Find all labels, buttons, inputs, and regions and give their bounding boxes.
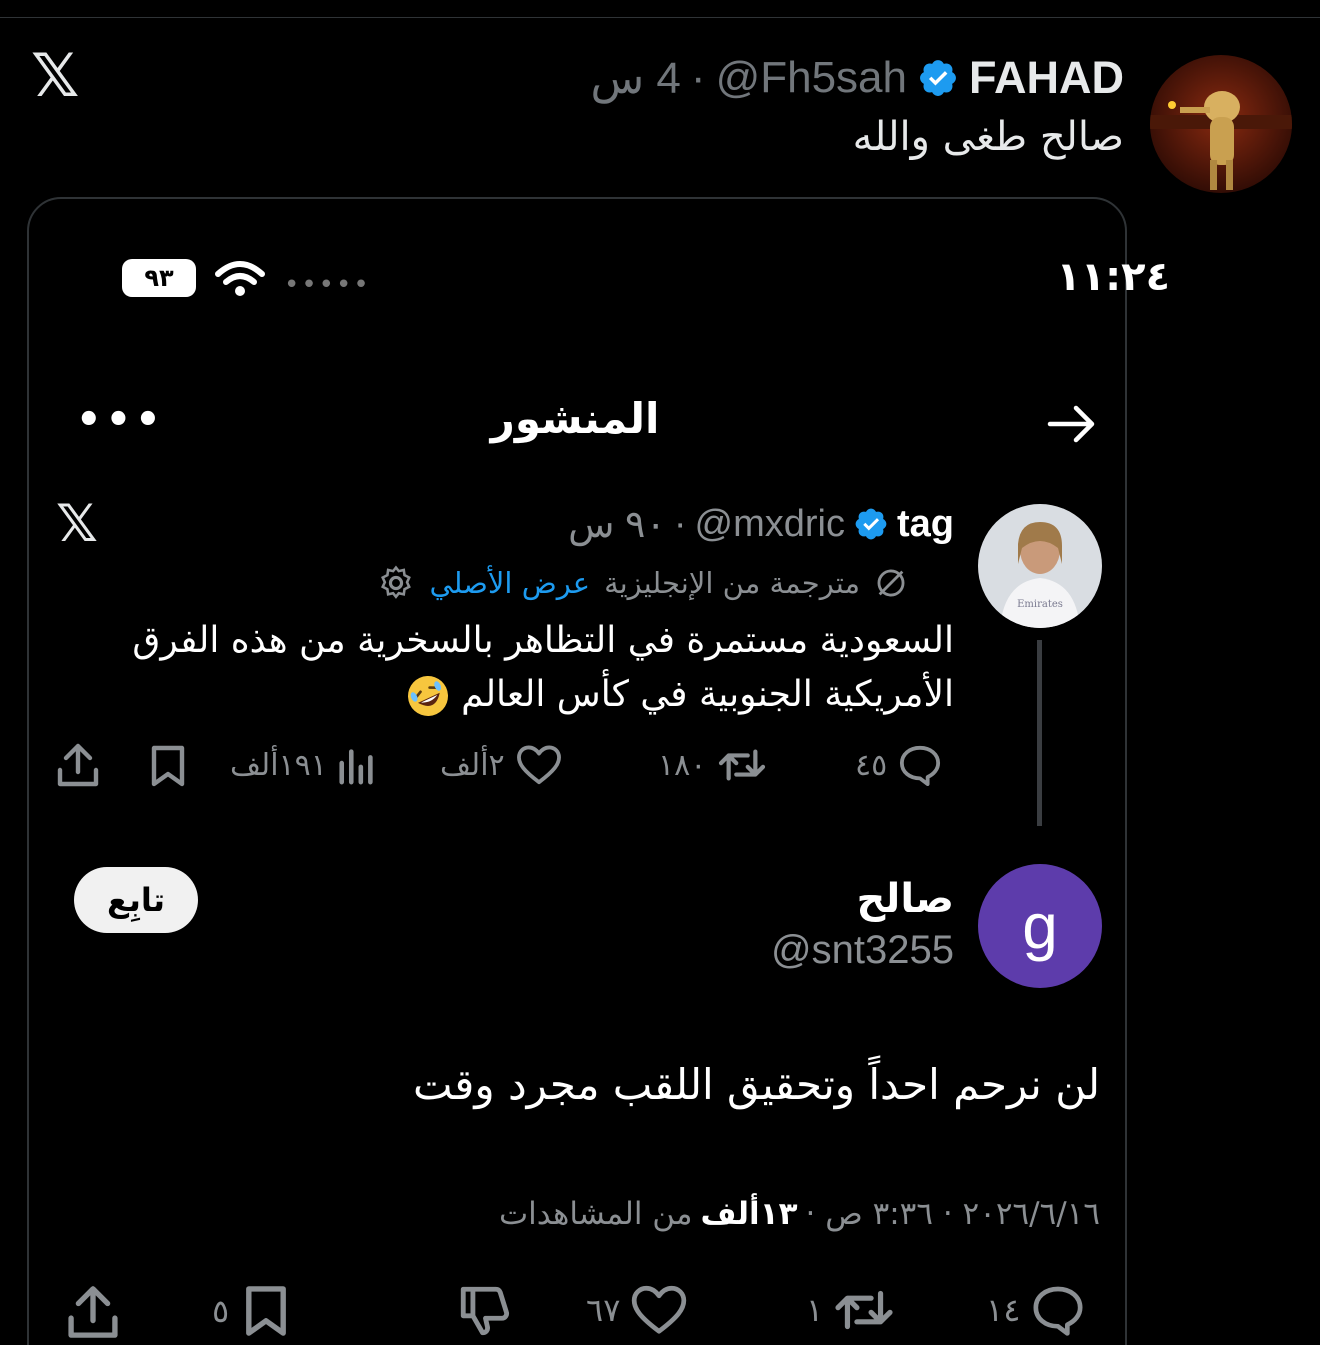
quoted-author-avatar[interactable]: Emirates bbox=[978, 504, 1102, 628]
verified-badge-icon bbox=[920, 60, 956, 96]
back-arrow-icon[interactable] bbox=[1046, 398, 1098, 450]
repost-icon[interactable] bbox=[833, 1284, 895, 1336]
post-views-label: من المشاهدات bbox=[498, 1196, 693, 1232]
translated-label: مترجمة من الإنجليزية bbox=[604, 566, 860, 600]
heart-icon[interactable] bbox=[630, 1284, 688, 1336]
quoted-post-header: ٩٠ س · @mxdric tag bbox=[568, 502, 954, 546]
reply-reply-action[interactable]: ١٤ bbox=[986, 1284, 1086, 1336]
post-views-count: ١٣ألف bbox=[700, 1196, 798, 1232]
outer-author-name[interactable]: FAHAD bbox=[969, 52, 1124, 104]
quoted-views-count: ١٩١ألف bbox=[230, 747, 327, 783]
settings-gear-icon[interactable] bbox=[377, 564, 415, 602]
rolling-laughing-emoji-icon bbox=[407, 676, 448, 716]
quoted-handle[interactable]: @mxdric bbox=[695, 503, 845, 546]
status-time: ١١:٢٤ bbox=[1056, 254, 1170, 300]
reply-author-handle[interactable]: @snt3255 bbox=[771, 928, 954, 973]
follow-button[interactable]: تابِع bbox=[74, 867, 198, 933]
page-title: المنشور bbox=[490, 394, 660, 443]
embedded-image-card[interactable] bbox=[27, 197, 1127, 1345]
quoted-post-text: السعودية مستمرة في التظاهر بالسخرية من ه… bbox=[74, 614, 954, 722]
post-date-time: ٢٠٢٦/٦/١٦ · ٣:٣٦ ص · bbox=[805, 1196, 1100, 1232]
quoted-like-action[interactable]: ٢ألف bbox=[440, 744, 563, 786]
share-icon[interactable] bbox=[66, 1284, 120, 1340]
reply-repost-action[interactable]: ١ bbox=[806, 1284, 895, 1336]
outer-handle[interactable]: @Fh5sah bbox=[716, 53, 907, 103]
reply-post-text: لن نرحم احداً وتحقيق اللقب مجرد وقت bbox=[413, 1060, 1100, 1109]
x-logo-icon: 𝕏 bbox=[31, 41, 80, 111]
verified-badge-icon bbox=[855, 508, 887, 540]
reply-bookmark-count: ٥ bbox=[212, 1292, 230, 1330]
wifi-icon bbox=[215, 261, 265, 296]
outer-time: 4 س bbox=[590, 53, 681, 103]
author-avatar[interactable] bbox=[1150, 55, 1292, 193]
translate-globe-icon bbox=[877, 569, 905, 597]
thread-connector bbox=[1037, 640, 1042, 826]
outer-tweet-header: 4 س · @Fh5sah FAHAD bbox=[590, 52, 1124, 104]
quoted-repost-action[interactable]: ١٨٠ bbox=[658, 744, 768, 786]
battery-indicator: ٩٣ bbox=[122, 259, 196, 297]
bookmark-icon[interactable] bbox=[146, 744, 190, 788]
quoted-views-action[interactable]: ١٩١ألف bbox=[230, 744, 377, 786]
translation-row: مترجمة من الإنجليزية عرض الأصلي bbox=[377, 560, 908, 606]
reply-like-count: ٦٧ bbox=[586, 1291, 621, 1329]
heart-icon[interactable] bbox=[515, 744, 563, 786]
reply-bookmark-action[interactable]: ٥ bbox=[212, 1284, 293, 1338]
dislike-icon[interactable] bbox=[456, 1284, 514, 1338]
reply-icon[interactable] bbox=[1030, 1284, 1086, 1336]
quoted-reply-count: ٤٥ bbox=[855, 747, 888, 783]
reply-repost-count: ١ bbox=[806, 1291, 824, 1329]
views-chart-icon bbox=[339, 749, 373, 785]
quoted-repost-count: ١٨٠ bbox=[658, 747, 707, 783]
reply-author-name[interactable]: صالح bbox=[856, 876, 954, 922]
quoted-reply-action[interactable]: ٤٥ bbox=[855, 744, 943, 786]
quoted-author-name[interactable]: tag bbox=[897, 503, 954, 546]
signal-icon: ••••• bbox=[284, 270, 371, 300]
show-original-link[interactable]: عرض الأصلي bbox=[429, 566, 590, 600]
post-meta-row: ٢٠٢٦/٦/١٦ · ٣:٣٦ ص · ١٣ألف من المشاهدات bbox=[499, 1196, 1100, 1232]
more-options-icon[interactable]: ••• bbox=[76, 397, 165, 443]
bookmark-icon[interactable] bbox=[239, 1284, 293, 1338]
repost-icon[interactable] bbox=[716, 744, 768, 786]
quoted-like-count: ٢ألف bbox=[440, 747, 505, 783]
reply-author-avatar[interactable]: g bbox=[978, 864, 1102, 988]
quoted-time: ٩٠ س bbox=[568, 503, 666, 546]
reply-icon[interactable] bbox=[897, 744, 943, 786]
top-divider bbox=[0, 17, 1320, 18]
share-icon[interactable] bbox=[56, 742, 100, 788]
reply-like-action[interactable]: ٦٧ bbox=[586, 1284, 688, 1336]
reply-reply-count: ١٤ bbox=[986, 1291, 1021, 1329]
x-logo-small-icon: 𝕏 bbox=[56, 494, 98, 554]
outer-tweet-text: صالح طغى والله bbox=[852, 114, 1124, 160]
svg-text:Emirates: Emirates bbox=[1017, 599, 1063, 610]
